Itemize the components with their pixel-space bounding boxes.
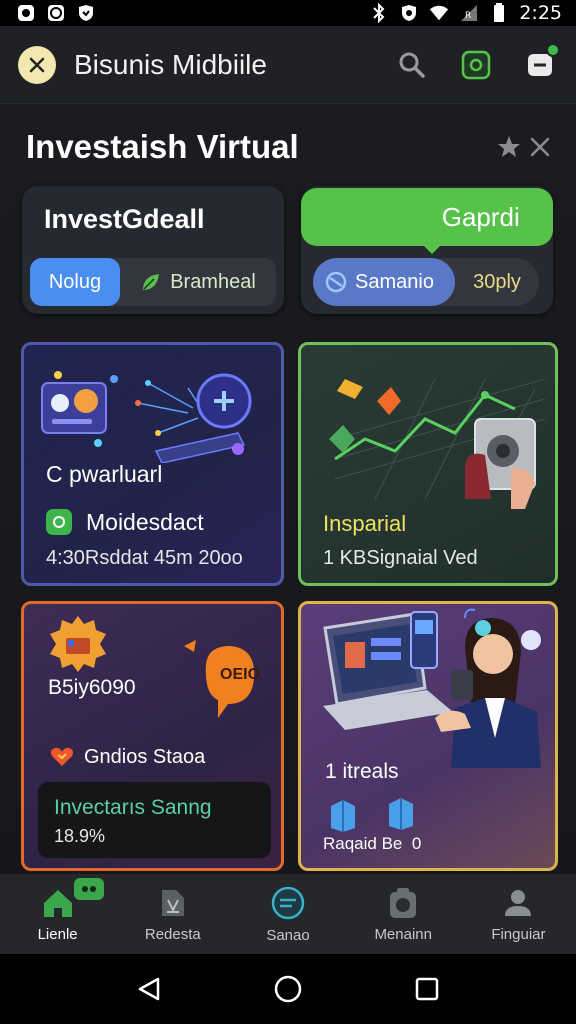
back-icon [139,977,160,1001]
camera-button[interactable] [458,47,494,83]
investment-savings-title: Invectarıs Sanng [54,796,212,819]
section-title: Investaish Virtual [26,128,299,165]
section-header-icons [496,134,552,160]
battery-icon [489,3,509,23]
shield-icon [76,3,96,23]
nav-label-redesta: Redesta [144,925,201,943]
segment-bramheal[interactable]: Bramheal [120,271,276,294]
status-bar: R 2:25 [0,0,576,26]
tile-insparial[interactable]: Insparial 1 KBSignaial Ved [298,342,558,586]
chat-icon [271,886,305,919]
search-button[interactable] [394,47,430,83]
tile-itreals-meta: Raqaid Be 0 [323,834,422,853]
segment-samanio[interactable]: Samanio [313,258,455,306]
invest-deal-card[interactable]: InvestGdeall Nolug Bramheal [22,186,284,314]
segment-samanio-label: Samanio [355,270,434,293]
segment-30ply[interactable]: 30ply [455,271,539,294]
nav-label-menainn: Menainn [374,925,432,943]
tile-cpwarluarl-meta: 4:30Rsddat 45m 20oo [46,547,243,569]
badge-icon [82,886,96,892]
notifications-button[interactable] [522,42,560,83]
nav-item-finguiar[interactable]: Finguiar [461,874,576,954]
message-icon [46,3,66,23]
leaf-icon [143,274,160,290]
tile-b5iy6090-subtitle: Gndios Staoa [84,746,206,768]
home-icon [43,889,72,917]
home-circle-icon [274,975,302,1003]
app-logo-close-button[interactable] [18,45,56,84]
status-right-icons: R 2:25 [369,2,562,24]
notification-icon [16,3,36,23]
invest-deal-segmented-control: Nolug Bramheal [30,258,276,306]
tile-insparial-title: Insparial [323,511,407,536]
app-bar-actions [394,42,560,83]
close-icon [29,57,45,72]
close-icon[interactable] [528,135,552,159]
tile-cpwarluarl[interactable]: C pwarluarl Moidesdact 4:30Rsddat 45m 20… [21,342,284,586]
status-check-icon [46,509,72,535]
tech-network-illustration [41,371,252,463]
heart-icon [51,747,73,766]
nav-item-redesta[interactable]: Redesta [115,874,230,954]
advisor-laptop-illustration [323,608,541,768]
tile-b5iy6090-badge: OEIO [220,666,261,683]
nav-badge [74,878,104,900]
tile-itreals[interactable]: 1 itreals Raqaid Be 0 [298,601,558,871]
segment-bramheal-label: Bramheal [170,270,256,293]
gaprdi-button[interactable]: Gaprdi [301,188,553,254]
app-bar: Bisunis Midbiile [0,26,576,104]
invest-deal-title: InvestGdeall [44,204,205,234]
bluetooth-icon [369,3,389,23]
system-navigation [0,954,576,1024]
investment-savings-value: 18.9% [54,826,106,846]
star-icon[interactable] [496,134,522,160]
growth-chart-illustration [329,378,546,509]
segment-nolug[interactable]: Nolug [30,258,120,306]
recents-icon [415,977,438,1001]
tile-itreals-title: 1 itreals [325,760,399,783]
tile-cpwarluarl-subtitle: Moidesdact [86,509,204,535]
tile-insparial-meta: 1 KBSignaial Ved [323,547,478,569]
investment-savings-card[interactable]: Invectarıs Sanng 18.9% [38,782,271,858]
nav-label-lienle: Lienle [37,925,78,943]
app-title: Bisunis Midbiile [74,48,267,80]
status-time: 2:25 [519,2,562,24]
gear-badge-icon [50,616,106,672]
section-header: Investaish Virtual [26,128,552,166]
alarm-icon [399,3,419,23]
tile-b5iy6090[interactable]: B5iy6090 OEIO Gndios Staoa Invectarıs Sa… [21,601,284,871]
main-content: Investaish Virtual InvestGdeall Nolug Br… [0,104,576,874]
books-icon [331,798,413,832]
nav-item-menainn[interactable]: Menainn [346,874,461,954]
swap-icon [325,271,347,293]
recents-button[interactable] [407,969,447,1009]
svg-text:R: R [465,11,471,21]
home-button[interactable] [268,969,308,1009]
portfolio-icon [161,889,184,916]
camera-icon [390,887,417,918]
samanio-segmented-control: Samanio 30ply [313,258,539,306]
tile-cpwarluarl-title: C pwarluarl [46,461,163,487]
notification-dot [546,42,560,57]
status-left-icons [16,3,96,23]
profile-icon [505,889,532,916]
back-button[interactable] [129,969,169,1009]
search-icon [399,52,425,78]
nav-label-finguiar: Finguiar [491,925,546,943]
signal-icon: R [459,3,479,23]
bottom-navigation: Lienle Redesta Sanao Menainn Finguiar [0,874,576,954]
camera-icon [461,50,491,79]
nav-label-sanao: Sanao [266,926,310,944]
samanio-card[interactable]: Gaprdi Samanio 30ply [301,186,553,314]
nav-item-sanao[interactable]: Sanao [230,874,345,954]
wifi-icon [429,3,449,23]
tile-b5iy6090-title: B5iy6090 [48,676,136,699]
nav-item-lienle[interactable]: Lienle [0,874,115,954]
